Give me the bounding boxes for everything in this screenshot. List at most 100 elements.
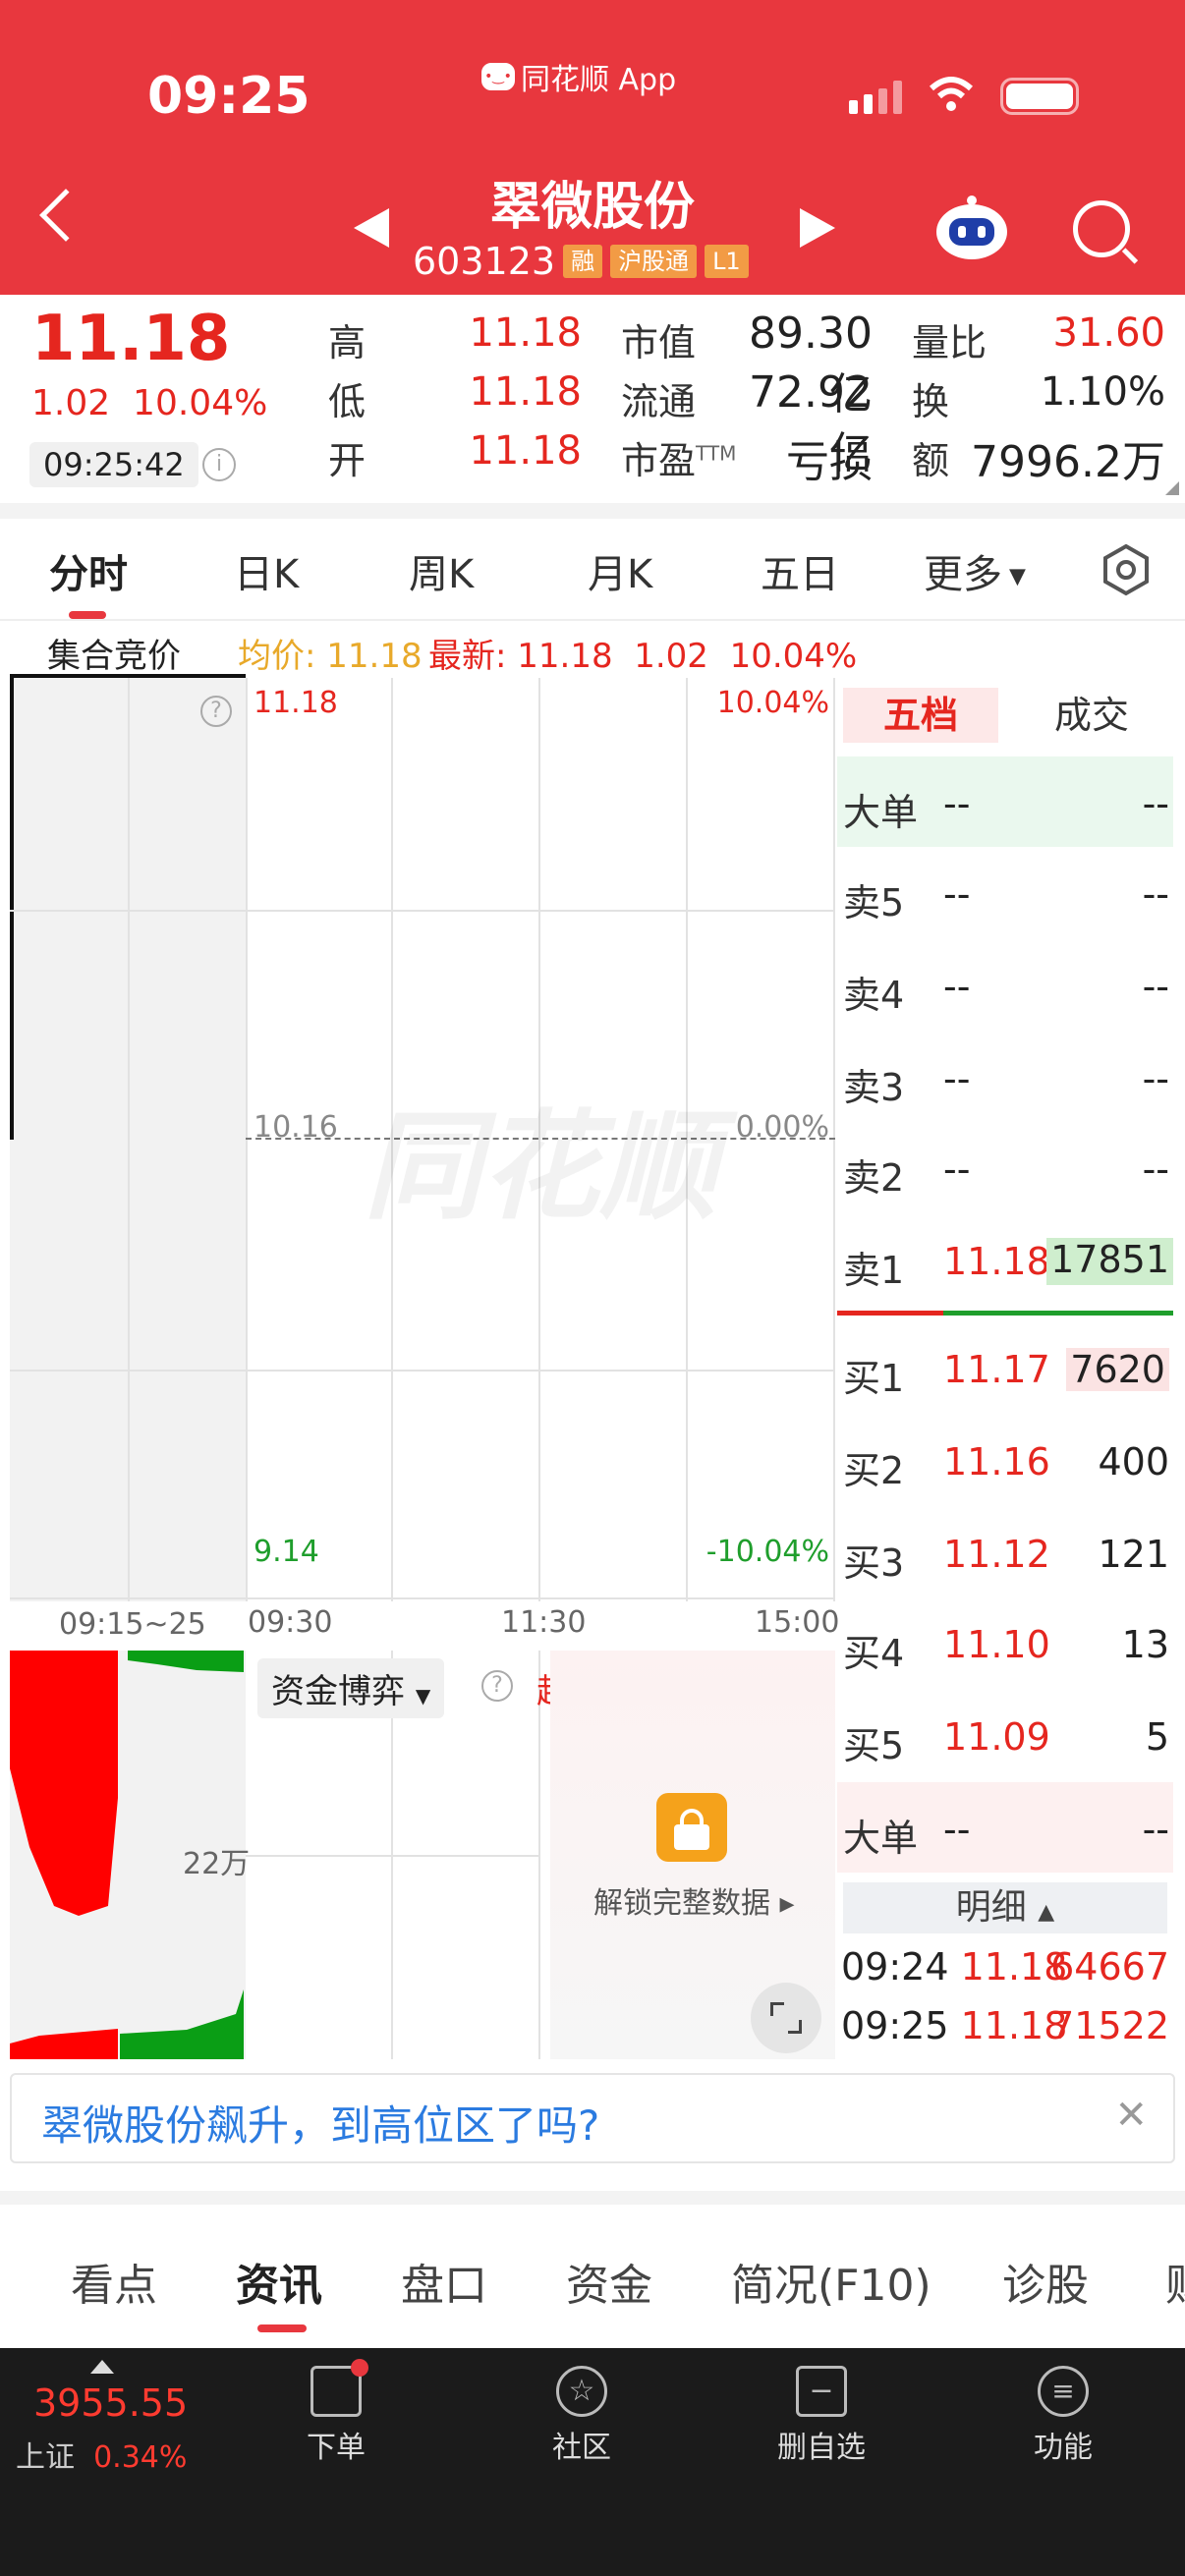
buy-row[interactable]: 买4 11.10 13	[837, 1597, 1173, 1688]
signal-icon	[849, 81, 902, 114]
stock-code-row: 603123 融 沪股通 L1	[413, 240, 749, 283]
fund-selector[interactable]: 资金博弈 ▼	[257, 1658, 445, 1718]
orderbook-tabs: 五档 成交	[837, 678, 1173, 756]
wifi-icon	[929, 77, 974, 111]
book-split-green	[943, 1311, 1173, 1316]
help-icon[interactable]: ?	[200, 696, 232, 727]
sell-row[interactable]: 卖2 -- --	[837, 1122, 1173, 1212]
next-stock-icon[interactable]	[800, 208, 835, 248]
tab-five-day[interactable]: 五日	[761, 542, 839, 599]
buy-row[interactable]: 买2 11.16 400	[837, 1415, 1173, 1505]
buy-row[interactable]: 买5 11.09 5	[837, 1690, 1173, 1780]
grid-hline	[10, 1597, 835, 1599]
detail-row: 09:24 11.18 64667	[841, 1945, 1169, 1988]
community-star-icon: ☆	[556, 2366, 607, 2417]
nav-community[interactable]: ☆ 社区	[523, 2366, 641, 2466]
news-banner[interactable]: 翠微股份飙升，到高位区了吗? ✕	[10, 2073, 1175, 2163]
tab-diagnosis[interactable]: 诊股	[1002, 2250, 1089, 2313]
section-divider	[0, 2191, 1185, 2205]
close-icon[interactable]: ✕	[1114, 2093, 1148, 2138]
x-label-auction: 09:15~25	[59, 1607, 206, 1642]
unlock-link[interactable]: 解锁完整数据 ▸	[593, 1878, 795, 1922]
detail-header[interactable]: 明细 ▲	[843, 1882, 1167, 1933]
y-bot-label: 9.14	[254, 1535, 319, 1569]
label-float-cap: 流通	[621, 380, 697, 423]
caret-down-icon: ▼	[415, 1684, 431, 1708]
stock-code: 603123	[413, 240, 556, 283]
chart-tabs: 分时 日K 周K 月K 五日 更多 ▼	[0, 519, 1185, 621]
tab-orderbook[interactable]: 盘口	[401, 2250, 487, 2313]
tab-monthly-k[interactable]: 月K	[588, 542, 652, 599]
status-time: 09:25	[147, 67, 310, 126]
tab-news[interactable]: 资讯	[236, 2250, 322, 2313]
sell-row[interactable]: 卖5 -- --	[837, 847, 1173, 937]
tab-funds[interactable]: 资金	[566, 2250, 652, 2313]
label-high: 高	[328, 321, 367, 364]
app-logo-icon: •‿•	[481, 63, 515, 90]
fund-axis-label: 22万	[183, 1847, 251, 1881]
caret-up-icon: ▲	[1038, 1900, 1055, 1925]
label-turnover: 换	[912, 380, 950, 423]
menu-circle-icon: ≡	[1038, 2366, 1089, 2417]
tab-finance[interactable]: 财	[1165, 2250, 1185, 2313]
pct-top-label: 10.04%	[716, 686, 829, 720]
tab-five-levels[interactable]: 五档	[843, 688, 998, 743]
order-book: 五档 成交 大单 -- -- 卖5 -- -- 卖4 -- -- 卖3 -- -- 卖2 -- --…	[837, 678, 1173, 2061]
value-high: 11.18	[469, 310, 582, 356]
nav-remove-watchlist[interactable]: − 删自选	[762, 2366, 880, 2466]
detail-row: 09:25 11.18 71522	[841, 2004, 1169, 2047]
minus-box-icon: −	[796, 2366, 847, 2417]
value-low: 11.18	[469, 369, 582, 415]
buy-row[interactable]: 买1 11.17 7620	[837, 1322, 1173, 1413]
tab-highlights[interactable]: 看点	[71, 2250, 157, 2313]
label-open: 开	[328, 439, 367, 482]
tab-more[interactable]: 更多 ▼	[924, 542, 1026, 599]
tab-underline	[257, 2324, 307, 2332]
label-pe: 市盈TTM	[621, 439, 737, 482]
sell-row[interactable]: 卖3 -- --	[837, 1032, 1173, 1122]
sell-row[interactable]: 卖1 11.18 17851	[837, 1214, 1173, 1305]
order-icon	[310, 2359, 368, 2417]
grid-hline	[246, 1855, 540, 1857]
collapse-up-icon[interactable]	[90, 2360, 114, 2374]
value-open: 11.18	[469, 428, 582, 474]
info-icon[interactable]: i	[202, 448, 236, 481]
lock-icon[interactable]	[656, 1793, 727, 1862]
label-amount: 额	[912, 439, 950, 482]
app-name: •‿• 同花顺 App	[481, 55, 676, 98]
nav-order[interactable]: 下单	[277, 2359, 395, 2466]
search-icon[interactable]	[1073, 200, 1130, 257]
fullscreen-icon[interactable]	[751, 1983, 821, 2053]
nav-functions[interactable]: ≡ 功能	[1004, 2366, 1122, 2466]
grid-vline	[246, 678, 248, 1601]
pct-mid-label: 0.00%	[735, 1110, 829, 1145]
value-turnover: 1.10%	[1040, 369, 1165, 415]
watermark: 同花顺	[364, 1099, 717, 1236]
tab-weekly-k[interactable]: 周K	[409, 542, 474, 599]
index-name[interactable]: 上证 0.34%	[16, 2433, 187, 2476]
tag-level[interactable]: L1	[705, 245, 749, 278]
settings-hex-icon[interactable]	[1099, 542, 1154, 597]
big-sell-row: 大单 -- --	[837, 756, 1173, 847]
label-low: 低	[328, 380, 367, 423]
robot-assistant-icon[interactable]	[931, 193, 1012, 263]
expand-corner-icon[interactable]	[1165, 481, 1179, 495]
chart-subheader: 集合竞价 均价: 11.18 最新: 11.18 1.02 10.04%	[0, 623, 1185, 678]
tab-profile[interactable]: 简况(F10)	[731, 2250, 931, 2313]
section-divider	[0, 503, 1185, 519]
header-bar: 09:25 •‿• 同花顺 App 翠微股份 603123 融 沪股通 L1	[0, 0, 1185, 295]
tab-trades[interactable]: 成交	[1014, 688, 1169, 743]
grid-vline	[833, 678, 835, 1601]
value-volume-ratio: 31.60	[1052, 310, 1165, 356]
sell-row[interactable]: 卖4 -- --	[837, 939, 1173, 1030]
latest-price: 最新: 11.18 1.02 10.04%	[428, 637, 858, 676]
y-mid-label: 10.16	[254, 1110, 338, 1145]
buy-row[interactable]: 买3 11.12 121	[837, 1507, 1173, 1597]
tab-daily-k[interactable]: 日K	[234, 542, 299, 599]
index-value[interactable]: 3955.55	[33, 2381, 188, 2425]
quote-time: 09:25:42	[29, 442, 198, 487]
tag-margin: 融	[563, 245, 603, 278]
help-icon[interactable]: ?	[481, 1670, 513, 1702]
value-pe: 亏损	[786, 437, 873, 487]
tab-intraday[interactable]: 分时	[49, 542, 128, 599]
